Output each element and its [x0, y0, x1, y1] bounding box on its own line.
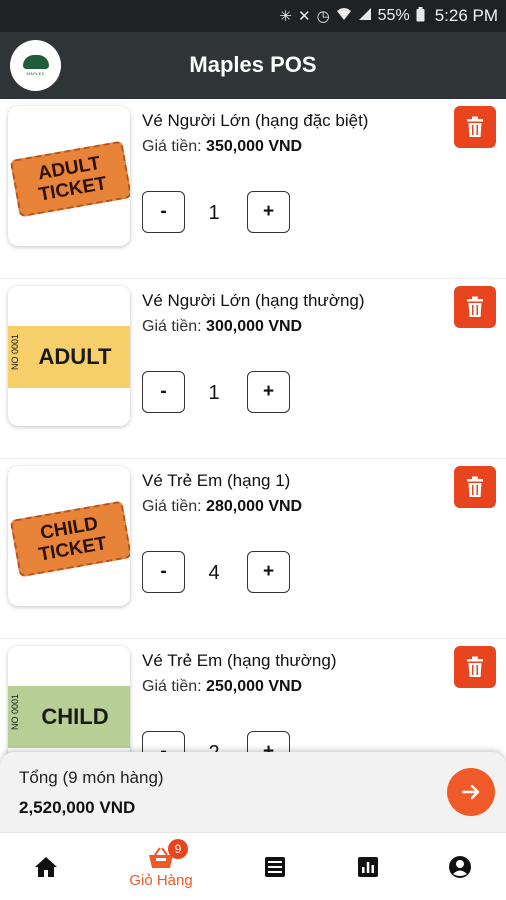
delete-button[interactable] [454, 286, 496, 328]
battery-icon [416, 6, 425, 26]
app-header: MAPLES Maples POS [0, 32, 506, 99]
item-price: Giá tiền: 250,000 VND [142, 678, 303, 695]
list-icon [265, 857, 285, 877]
chart-icon [358, 857, 378, 877]
item-name: Vé Trẻ Em (hạng 1) [142, 471, 291, 490]
increase-button[interactable]: + [247, 191, 290, 233]
total-label: Tổng (9 món hàng) [19, 768, 164, 787]
total-amount: 2,520,000 VND [19, 798, 136, 817]
clock: 5:26 PM [434, 6, 498, 25]
ticket-image: ADULT TICKET [8, 106, 130, 246]
alarm-icon: ◷ [316, 8, 330, 25]
item-name: Vé Người Lớn (hạng đặc biệt) [142, 111, 369, 130]
quantity-value: 1 [208, 202, 220, 224]
item-name: Vé Trẻ Em (hạng thường) [142, 651, 337, 670]
trash-icon [467, 656, 483, 677]
item-price: Giá tiền: 280,000 VND [142, 498, 303, 515]
trash-icon [467, 476, 483, 497]
nav-cart[interactable]: 9 Giỏ Hàng [116, 833, 206, 900]
increase-button[interactable]: + [247, 551, 290, 593]
quantity-value: 1 [208, 382, 220, 404]
nav-cart-label: Giỏ Hàng [129, 871, 193, 889]
trash-icon [467, 296, 483, 317]
home-icon [35, 857, 57, 877]
checkout-button[interactable] [447, 768, 495, 816]
nav-account[interactable] [440, 833, 480, 900]
delete-button[interactable] [454, 466, 496, 508]
cart-total-panel: Tổng (9 món hàng) 2,520,000 VND [0, 752, 506, 832]
ticket-image: NO 0001 ADULT [8, 286, 130, 426]
quantity-value: 4 [208, 562, 220, 584]
nav-home[interactable] [26, 833, 66, 900]
cart-item: ADULT TICKET Vé Người Lớn (hạng đặc biệt… [0, 99, 506, 279]
nav-orders[interactable] [255, 833, 295, 900]
decrease-button[interactable]: - [142, 191, 185, 233]
ticket-image: CHILD TICKET [8, 466, 130, 606]
decrease-button[interactable]: - [142, 371, 185, 413]
nav-reports[interactable] [348, 833, 388, 900]
item-price: Giá tiền: 300,000 VND [142, 318, 303, 335]
status-bar: ✳ ✕ ◷ 55% 5:26 PM [0, 0, 506, 32]
item-price: Giá tiền: 350,000 VND [142, 138, 303, 155]
mute-icon: ✕ [297, 8, 311, 25]
account-icon [449, 856, 471, 878]
decrease-button[interactable]: - [142, 551, 185, 593]
item-name: Vé Người Lớn (hạng thường) [142, 291, 365, 310]
delete-button[interactable] [454, 646, 496, 688]
arrow-right-icon [461, 784, 480, 800]
delete-button[interactable] [454, 106, 496, 148]
app-title: Maples POS [189, 52, 317, 77]
cart-item: CHILD TICKET Vé Trẻ Em (hạng 1) Giá tiền… [0, 459, 506, 639]
cart-badge: 9 [168, 839, 188, 859]
cart-list[interactable]: ADULT TICKET Vé Người Lớn (hạng đặc biệt… [0, 99, 506, 832]
bottom-nav: 9 Giỏ Hàng [0, 832, 506, 900]
signal-icon [358, 7, 372, 25]
battery-percent: 55% [377, 7, 410, 24]
cart-item: NO 0001 ADULT Vé Người Lớn (hạng thường)… [0, 279, 506, 459]
bluetooth-icon: ✳ [279, 8, 292, 25]
increase-button[interactable]: + [247, 371, 290, 413]
trash-icon [467, 116, 483, 137]
wifi-icon [336, 7, 352, 25]
